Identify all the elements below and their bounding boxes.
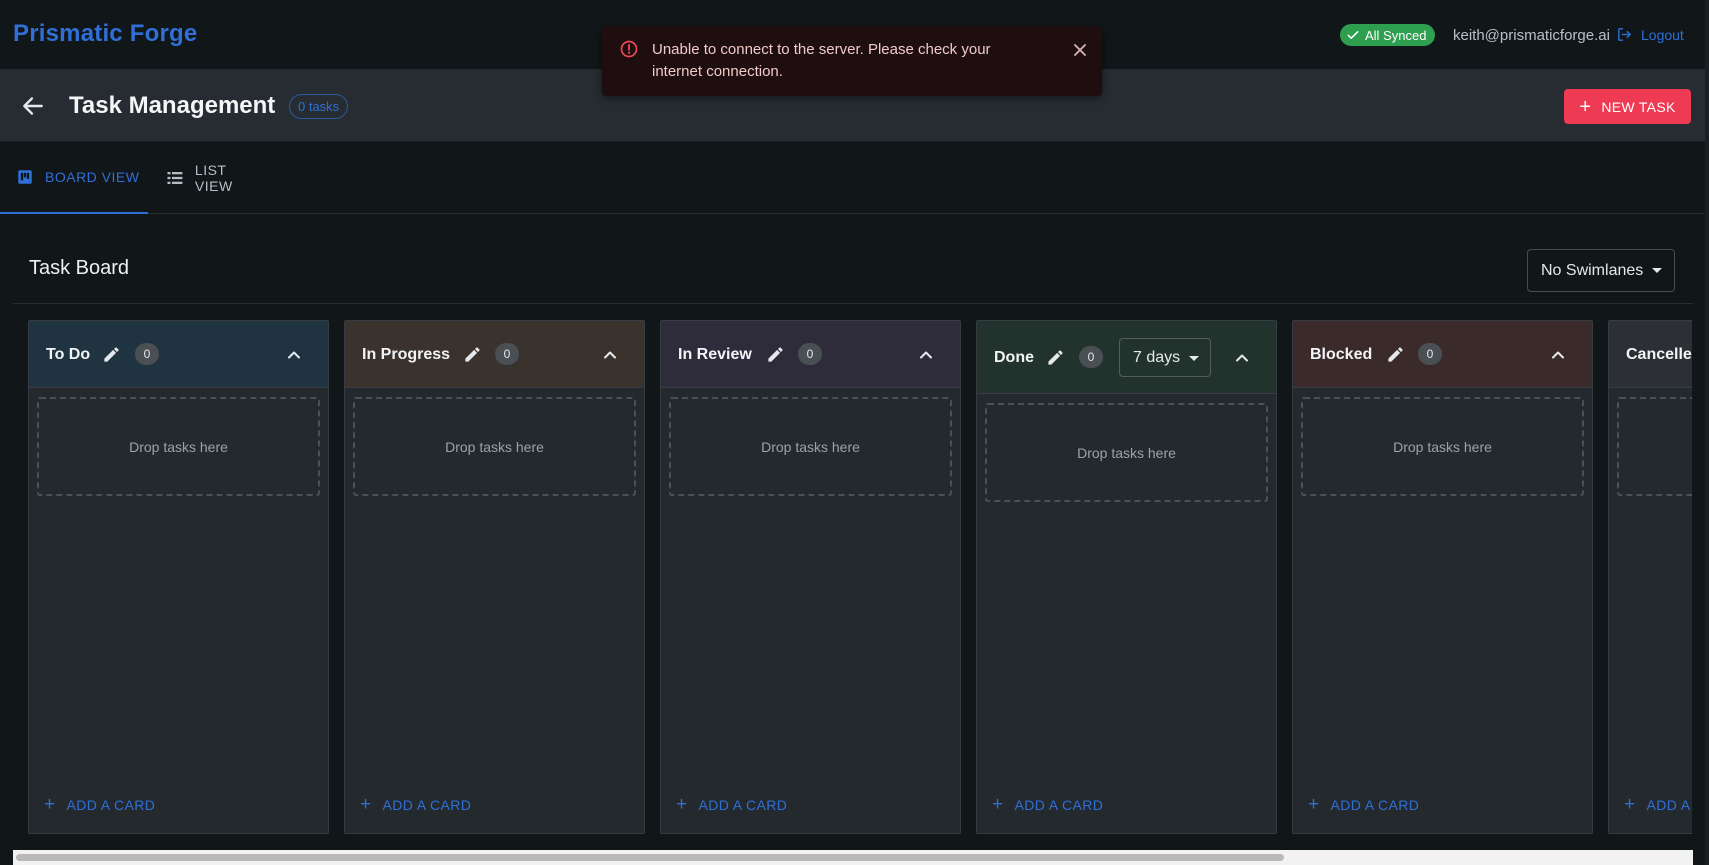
- add-card-label: ADD A CARD: [1646, 797, 1693, 813]
- add-card-label: ADD A CARD: [698, 797, 788, 813]
- column-header: In Review 0: [661, 321, 960, 388]
- plus-icon: +: [676, 794, 688, 815]
- new-task-button[interactable]: + NEW TASK: [1564, 89, 1691, 124]
- brand-logo[interactable]: Prismatic Forge: [13, 20, 197, 48]
- column-title: Cancelled: [1626, 346, 1692, 363]
- add-card-button[interactable]: + ADD A CARD: [992, 794, 1104, 815]
- swimlane-value: No Swimlanes: [1541, 261, 1644, 279]
- close-icon[interactable]: [1070, 40, 1090, 60]
- tab-board-view[interactable]: BOARD VIEW: [0, 142, 148, 214]
- add-card-button[interactable]: + ADD A CARD: [1624, 794, 1693, 815]
- drop-zone[interactable]: Drop tasks here: [1301, 397, 1584, 496]
- plus-icon: +: [1624, 794, 1636, 815]
- plus-icon: +: [360, 794, 372, 815]
- column-count-badge: 0: [495, 343, 519, 365]
- tab-list-view[interactable]: LIST VIEW: [148, 142, 268, 214]
- column-title: In Progress: [362, 346, 451, 363]
- drop-zone[interactable]: Drop tasks here: [669, 397, 952, 496]
- column-in-progress: In Progress 0 Drop tasks here + ADD A CA…: [344, 320, 645, 834]
- logout-label: Logout: [1641, 26, 1684, 43]
- plus-icon: +: [1579, 95, 1592, 118]
- column-in-review: In Review 0 Drop tasks here + ADD A CARD: [660, 320, 961, 834]
- pencil-icon[interactable]: [1046, 348, 1065, 367]
- drop-zone[interactable]: Drop tasks here: [37, 397, 320, 496]
- column-header: Cancelled: [1609, 321, 1692, 388]
- error-toast: Unable to connect to the server. Please …: [602, 26, 1102, 96]
- column-title: Done: [994, 349, 1034, 366]
- column-done: Done 0 7 days Drop tasks here + ADD A CA…: [976, 320, 1277, 834]
- tab-label: LIST VIEW: [194, 162, 233, 194]
- board-title: Task Board: [29, 257, 130, 279]
- column-count-badge: 0: [1079, 346, 1103, 368]
- column-title: Blocked: [1310, 346, 1373, 363]
- plus-icon: +: [1308, 794, 1320, 815]
- column-count-badge: 0: [1418, 343, 1442, 365]
- pencil-icon[interactable]: [766, 345, 785, 364]
- error-icon: [620, 40, 638, 58]
- board-header: Task Board No Swimlanes: [13, 214, 1693, 304]
- task-count-badge: 0 tasks: [289, 94, 349, 119]
- window-edge: [1705, 0, 1709, 865]
- plus-icon: +: [992, 794, 1004, 815]
- check-icon: [1347, 31, 1359, 39]
- column-header: In Progress 0: [345, 321, 644, 388]
- user-email: keith@prismaticforge.ai: [1453, 27, 1610, 44]
- caret-down-icon: [1189, 356, 1199, 361]
- column-blocked: Blocked 0 Drop tasks here + ADD A CARD: [1292, 320, 1593, 834]
- column-title: To Do: [46, 346, 91, 363]
- column-cancelled: Cancelled Drop tasks here + ADD A CARD: [1608, 320, 1692, 834]
- tab-label: BOARD VIEW: [45, 169, 140, 185]
- column-header: Done 0 7 days: [977, 321, 1276, 394]
- add-card-button[interactable]: + ADD A CARD: [44, 794, 156, 815]
- scrollbar-thumb[interactable]: [16, 854, 1284, 861]
- add-card-button[interactable]: + ADD A CARD: [1308, 794, 1420, 815]
- page-title: Task Management: [69, 92, 276, 119]
- chevron-up-icon[interactable]: [284, 345, 304, 365]
- logout-icon: [1618, 28, 1631, 41]
- app-root: Prismatic Forge All Synced keith@prismat…: [0, 0, 1709, 865]
- view-tabs: BOARD VIEW LIST VIEW: [0, 142, 1709, 214]
- add-card-label: ADD A CARD: [382, 797, 472, 813]
- list-icon: [167, 172, 183, 184]
- add-card-button[interactable]: + ADD A CARD: [360, 794, 472, 815]
- pencil-icon[interactable]: [463, 345, 482, 364]
- column-title: In Review: [678, 346, 752, 363]
- column-header: To Do 0: [29, 321, 328, 388]
- add-card-label: ADD A CARD: [1330, 797, 1420, 813]
- pencil-icon[interactable]: [1386, 345, 1405, 364]
- sync-status-label: All Synced: [1365, 27, 1427, 43]
- drop-zone[interactable]: Drop tasks here: [1617, 397, 1692, 496]
- sync-status-badge: All Synced: [1340, 24, 1436, 46]
- chevron-up-icon[interactable]: [600, 345, 620, 365]
- logout-button[interactable]: Logout: [1616, 26, 1684, 43]
- drop-zone[interactable]: Drop tasks here: [353, 397, 636, 496]
- chevron-up-icon[interactable]: [916, 345, 936, 365]
- column-count-badge: 0: [798, 343, 822, 365]
- board-columns: To Do 0 Drop tasks here + ADD A CARD In …: [28, 320, 1692, 834]
- drop-zone[interactable]: Drop tasks here: [985, 403, 1268, 502]
- plus-icon: +: [44, 794, 56, 815]
- caret-down-icon: [1652, 268, 1662, 273]
- column-to-do: To Do 0 Drop tasks here + ADD A CARD: [28, 320, 329, 834]
- column-count-badge: 0: [135, 343, 159, 365]
- chevron-up-icon[interactable]: [1548, 345, 1568, 365]
- swimlane-select[interactable]: No Swimlanes: [1527, 249, 1675, 292]
- chevron-up-icon[interactable]: [1232, 348, 1252, 368]
- column-header: Blocked 0: [1293, 321, 1592, 388]
- toast-message: Unable to connect to the server. Please …: [652, 41, 991, 80]
- board-icon: [18, 170, 32, 184]
- add-card-label: ADD A CARD: [66, 797, 156, 813]
- pencil-icon[interactable]: [102, 345, 121, 364]
- add-card-label: ADD A CARD: [1014, 797, 1104, 813]
- done-period-value: 7 days: [1133, 349, 1181, 366]
- back-arrow-icon[interactable]: [20, 93, 46, 119]
- add-card-button[interactable]: + ADD A CARD: [676, 794, 788, 815]
- new-task-label: NEW TASK: [1601, 98, 1676, 115]
- done-period-select[interactable]: 7 days: [1119, 338, 1211, 377]
